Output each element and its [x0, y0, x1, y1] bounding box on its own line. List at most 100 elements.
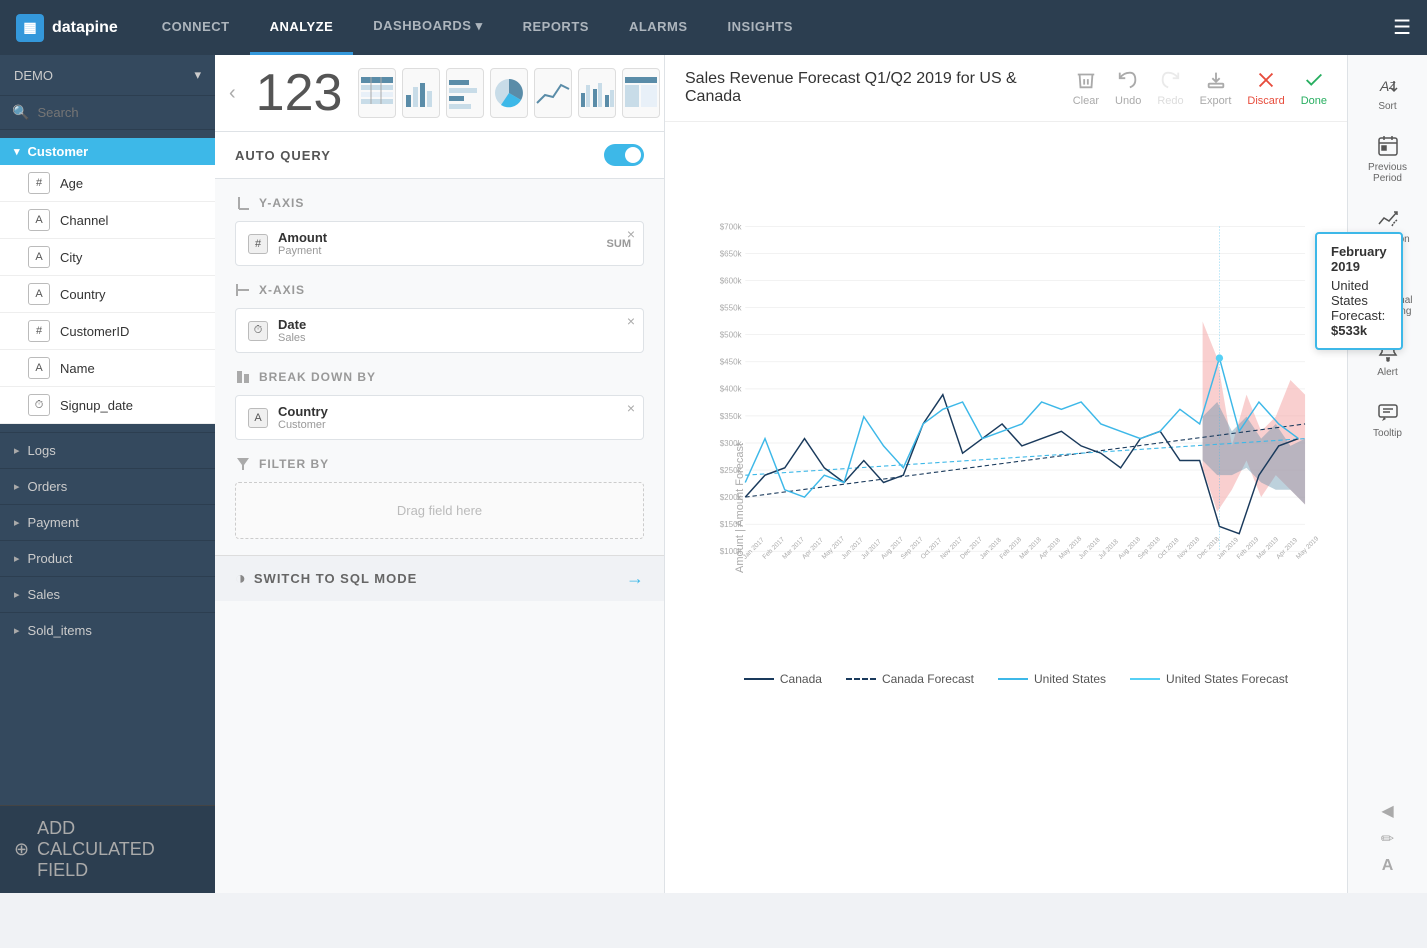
- discard-button[interactable]: Discard: [1247, 69, 1284, 107]
- nav-reports[interactable]: REPORTS: [503, 0, 609, 55]
- chart-type-table2[interactable]: [622, 68, 660, 118]
- chevron-right-icon: ▸: [14, 588, 20, 601]
- alert-button[interactable]: Alert: [1353, 331, 1423, 386]
- add-calculated-field-button[interactable]: ⊕ ADD CALCULATED FIELD: [0, 805, 215, 893]
- prediction-button[interactable]: Prediction: [1353, 198, 1423, 253]
- legend-canada-label: Canada: [780, 672, 822, 686]
- y-field-name: Amount: [278, 230, 327, 245]
- chart-type-hbar[interactable]: [446, 68, 484, 118]
- hamburger-icon[interactable]: ☰: [1393, 15, 1411, 40]
- chart-type-pie[interactable]: [490, 68, 528, 118]
- conditional-formatting-button[interactable]: Conditional Formatting: [1353, 259, 1423, 325]
- type-text-icon: A: [28, 357, 50, 379]
- svg-text:$700k: $700k: [720, 222, 743, 231]
- sidebar-item-age[interactable]: # Age: [0, 165, 215, 202]
- chart-prev-button[interactable]: ‹: [225, 78, 240, 109]
- sidebar-group-customer-header[interactable]: ▾ Customer: [0, 138, 215, 165]
- sidebar-item-channel[interactable]: A Channel: [0, 202, 215, 239]
- sidebar-item-signup-date[interactable]: ⏱ Signup_date: [0, 387, 215, 424]
- chevron-right-icon: ▸: [14, 480, 20, 493]
- legend-canada-forecast-line: [846, 678, 876, 680]
- sidebar-item-name[interactable]: A Name: [0, 350, 215, 387]
- chart-type-grouped-bar[interactable]: [578, 68, 616, 118]
- sidebar-group-sales[interactable]: ▸ Sales: [0, 576, 215, 612]
- logo-icon: ▦: [16, 14, 44, 42]
- search-input[interactable]: [37, 105, 203, 120]
- item-label-country: Country: [60, 287, 106, 302]
- sort-button[interactable]: A Z Sort: [1353, 65, 1423, 120]
- chart-type-bar[interactable]: [402, 68, 440, 118]
- sidebar-item-city[interactable]: A City: [0, 239, 215, 276]
- chart-toolbar: Sales Revenue Forecast Q1/Q2 2019 for US…: [665, 55, 1347, 122]
- chart-type-number[interactable]: 123: [246, 63, 353, 123]
- add-calc-label: ADD CALCULATED FIELD: [37, 818, 193, 881]
- tooltip-button[interactable]: Tooltip: [1353, 392, 1423, 447]
- type-number-icon: #: [28, 172, 50, 194]
- query-sections: Y-AXIS # Amount Payment SUM × X-AXIS: [215, 179, 664, 555]
- nav-alarms[interactable]: ALARMS: [609, 0, 708, 55]
- legend-us-forecast-label: United States Forecast: [1166, 672, 1288, 686]
- main-layout: DEMO ▾ 🔍 ▾ Customer # Age A Channel A Ci…: [0, 55, 1427, 893]
- demo-selector[interactable]: DEMO ▾: [0, 55, 215, 96]
- half-moon-icon[interactable]: ◑: [235, 568, 246, 589]
- pen-icon[interactable]: ✏: [1381, 829, 1394, 849]
- sidebar-item-country[interactable]: A Country: [0, 276, 215, 313]
- legend-canada: Canada: [744, 672, 822, 686]
- sidebar-group-orders[interactable]: ▸ Orders: [0, 468, 215, 504]
- filter-drop-hint: Drag field here: [397, 503, 482, 518]
- nav-insights[interactable]: INSIGHTS: [708, 0, 813, 55]
- chart-type-bar: ‹ 123: [215, 55, 664, 132]
- x-field-chip[interactable]: ⏱ Date Sales ×: [235, 308, 644, 353]
- demo-label: DEMO: [14, 68, 53, 83]
- chevron-right-icon: ▸: [14, 624, 20, 637]
- collapse-left-button[interactable]: ◀: [1381, 801, 1393, 821]
- breakdown-field-type-icon: A: [248, 408, 268, 428]
- auto-query-label: AUTO QUERY: [235, 148, 331, 163]
- sidebar-item-customerid[interactable]: # CustomerID: [0, 313, 215, 350]
- item-label-age: Age: [60, 176, 83, 191]
- chart-type-line[interactable]: [534, 68, 572, 118]
- chart-svg-container: Amount | Amount Forecast February 2019 U…: [665, 122, 1347, 893]
- y-field-chip[interactable]: # Amount Payment SUM ×: [235, 221, 644, 266]
- breakdown-field-name: Country: [278, 404, 328, 419]
- toolbar-actions: Clear Undo Redo Export Discard: [1073, 69, 1327, 107]
- group-label-product: Product: [28, 551, 73, 566]
- breakdown-section: BREAK DOWN BY A Country Customer ×: [235, 369, 644, 440]
- chart-type-table[interactable]: [358, 68, 396, 118]
- sidebar-group-logs[interactable]: ▸ Logs: [0, 432, 215, 468]
- nav-connect[interactable]: CONNECT: [142, 0, 250, 55]
- breakdown-field-chip[interactable]: A Country Customer ×: [235, 395, 644, 440]
- clear-button[interactable]: Clear: [1073, 69, 1099, 107]
- text-icon[interactable]: A: [1382, 857, 1394, 875]
- nav-items: CONNECT ANALYZE DASHBOARDS ▾ REPORTS ALA…: [142, 0, 1393, 55]
- group-label: Customer: [28, 144, 89, 159]
- redo-button[interactable]: Redo: [1157, 69, 1183, 107]
- nav-analyze[interactable]: ANALYZE: [250, 0, 354, 55]
- done-button[interactable]: Done: [1301, 69, 1327, 107]
- breakdown-field-close-button[interactable]: ×: [627, 400, 635, 416]
- svg-text:$500k: $500k: [720, 331, 743, 340]
- plus-icon: ⊕: [14, 839, 29, 860]
- breakdown-field-sub: Customer: [278, 419, 328, 431]
- alert-label: Alert: [1377, 367, 1398, 378]
- sidebar-group-payment[interactable]: ▸ Payment: [0, 504, 215, 540]
- legend-us-line: [998, 678, 1028, 680]
- group-label-sales: Sales: [28, 587, 61, 602]
- legend-canada-forecast: Canada Forecast: [846, 672, 974, 686]
- undo-button[interactable]: Undo: [1115, 69, 1141, 107]
- auto-query-toggle[interactable]: [604, 144, 644, 166]
- prediction-label: Prediction: [1365, 234, 1409, 245]
- y-field-close-button[interactable]: ×: [627, 226, 635, 242]
- export-button[interactable]: Export: [1200, 69, 1232, 107]
- sidebar-group-sold-items[interactable]: ▸ Sold_items: [0, 612, 215, 648]
- x-field-close-button[interactable]: ×: [627, 313, 635, 329]
- item-label-name: Name: [60, 361, 95, 376]
- sql-arrow-icon[interactable]: →: [626, 568, 644, 589]
- nav-dashboards[interactable]: DASHBOARDS ▾: [353, 0, 502, 55]
- sidebar-group-product[interactable]: ▸ Product: [0, 540, 215, 576]
- type-text-icon: A: [28, 209, 50, 231]
- svg-text:May 2019: May 2019: [1295, 535, 1321, 561]
- chart-area: Sales Revenue Forecast Q1/Q2 2019 for US…: [665, 55, 1347, 893]
- previous-period-button[interactable]: Previous Period: [1353, 126, 1423, 192]
- group-label-payment: Payment: [28, 515, 79, 530]
